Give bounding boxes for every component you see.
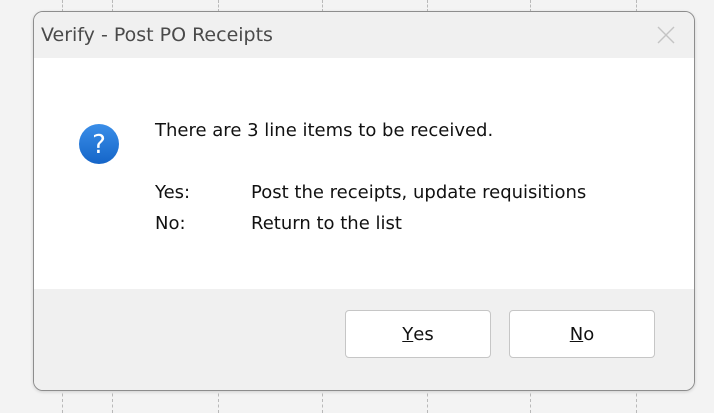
question-icon: ? xyxy=(79,124,119,164)
no-mnemonic: N xyxy=(569,323,584,345)
grid-line xyxy=(218,388,219,413)
grid-line xyxy=(322,388,323,413)
svg-text:?: ? xyxy=(92,130,106,160)
option-key: No: xyxy=(155,213,186,234)
yes-mnemonic: Y xyxy=(402,323,414,345)
dialog-content: ? There are 3 line items to be received.… xyxy=(34,58,694,289)
yes-label: es xyxy=(413,323,434,345)
option-row-no: No: Return to the list xyxy=(155,213,402,234)
dialog-title: Verify - Post PO Receipts xyxy=(41,24,273,46)
option-description: Return to the list xyxy=(251,213,402,234)
option-row-yes: Yes: Post the receipts, update requisitio… xyxy=(155,182,586,203)
option-key: Yes: xyxy=(155,182,191,203)
grid-line xyxy=(530,388,531,413)
grid-line xyxy=(112,388,113,413)
yes-button[interactable]: Yes xyxy=(345,310,491,358)
grid-line xyxy=(427,388,428,413)
grid-line xyxy=(636,388,637,413)
close-button[interactable] xyxy=(646,18,686,52)
dialog-message: There are 3 line items to be received. xyxy=(155,120,494,141)
close-icon xyxy=(657,26,675,44)
verify-dialog: Verify - Post PO Receipts ? There are 3 … xyxy=(33,11,695,391)
no-label: o xyxy=(583,323,595,345)
no-button[interactable]: No xyxy=(509,310,655,358)
dialog-titlebar[interactable]: Verify - Post PO Receipts xyxy=(34,12,694,58)
option-description: Post the receipts, update requisitions xyxy=(251,182,587,203)
grid-line xyxy=(62,388,63,413)
dialog-footer: Yes No xyxy=(34,289,694,390)
